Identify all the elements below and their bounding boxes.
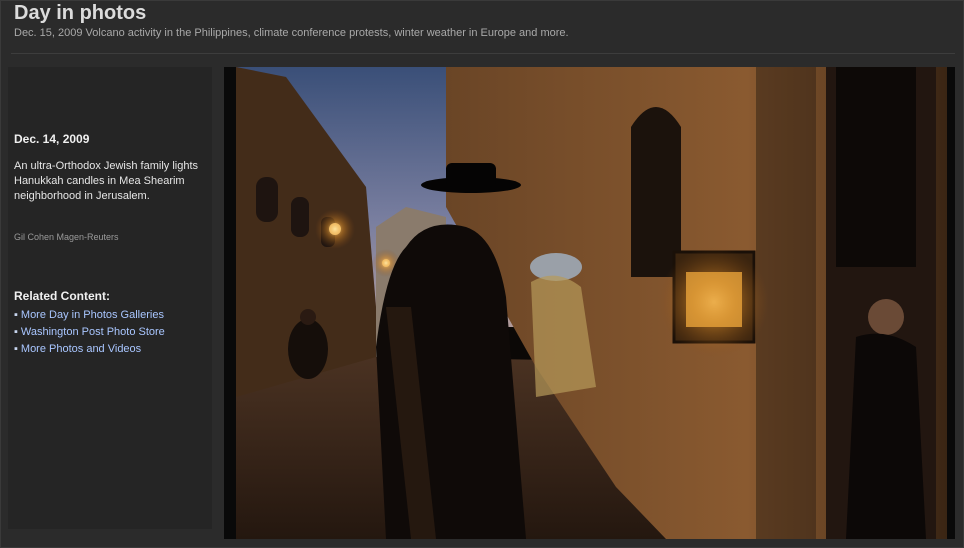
photo-caption: An ultra-Orthodox Jewish family lights H… bbox=[14, 160, 199, 202]
list-item: ▪ More Day in Photos Galleries bbox=[14, 307, 165, 324]
main-photo[interactable] bbox=[224, 67, 955, 539]
link-more-photos-videos[interactable]: More Photos and Videos bbox=[21, 343, 141, 355]
bullet-icon: ▪ bbox=[14, 309, 18, 321]
related-links-list: ▪ More Day in Photos Galleries ▪ Washingto… bbox=[14, 307, 165, 358]
photo-credit: Gil Cohen Magen-Reuters bbox=[14, 232, 119, 242]
bullet-icon: ▪ bbox=[14, 326, 18, 338]
page-title: Day in photos bbox=[14, 2, 147, 24]
link-more-galleries[interactable]: More Day in Photos Galleries bbox=[21, 309, 164, 321]
list-item: ▪ More Photos and Videos bbox=[14, 341, 165, 358]
bullet-icon: ▪ bbox=[14, 343, 18, 355]
related-content-heading: Related Content: bbox=[14, 289, 110, 303]
photo-date: Dec. 14, 2009 bbox=[14, 132, 90, 146]
page-frame: Day in photos Dec. 15, 2009 Volcano acti… bbox=[0, 0, 964, 548]
list-item: ▪ Washington Post Photo Store bbox=[14, 324, 165, 341]
header-divider bbox=[11, 53, 955, 54]
link-photo-store[interactable]: Washington Post Photo Store bbox=[21, 326, 165, 338]
photo-illustration bbox=[236, 67, 947, 539]
caption-sidebar: Dec. 14, 2009 An ultra-Orthodox Jewish f… bbox=[8, 67, 212, 529]
page-subtitle: Dec. 15, 2009 Volcano activity in the Ph… bbox=[14, 27, 569, 39]
